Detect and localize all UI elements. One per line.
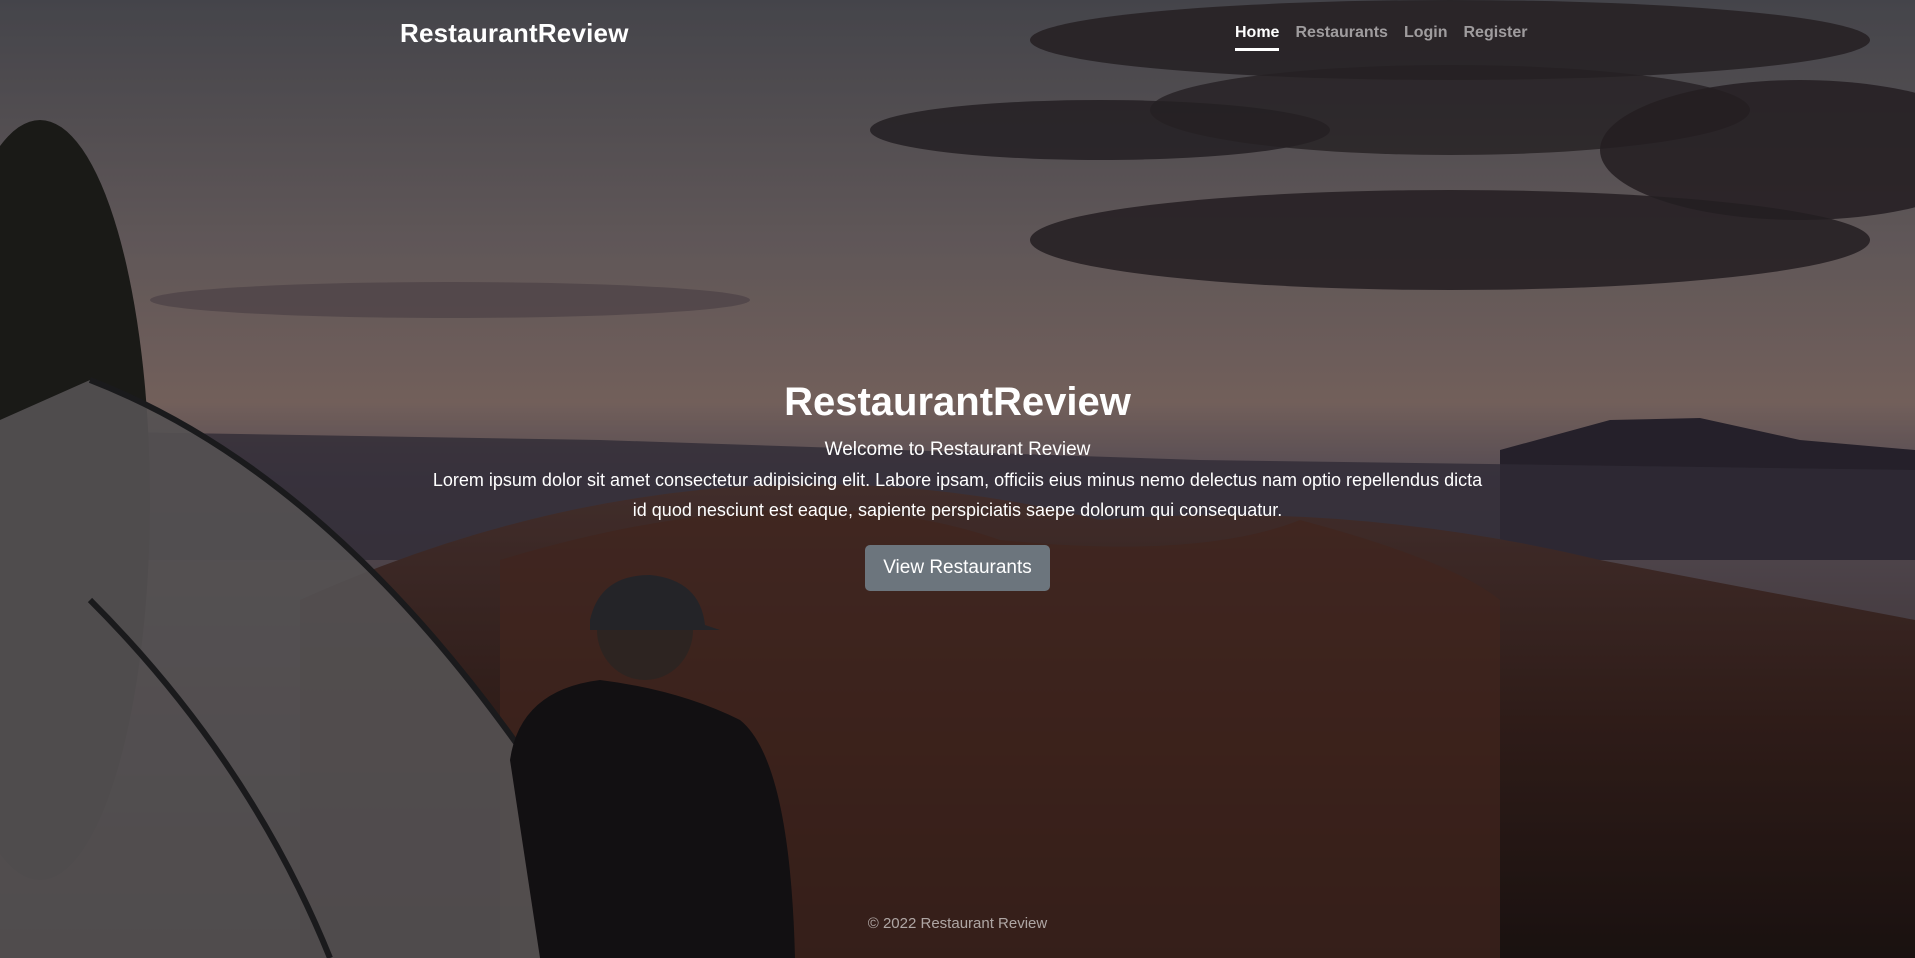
nav-link-restaurants[interactable]: Restaurants bbox=[1295, 24, 1387, 51]
hero-title: RestaurantReview bbox=[784, 380, 1131, 424]
nav-links: Home Restaurants Login Register bbox=[1235, 24, 1528, 51]
hero-description: Lorem ipsum dolor sit amet consectetur a… bbox=[432, 470, 1483, 520]
hero-subtitle: Welcome to Restaurant Review bbox=[824, 439, 1091, 460]
hero: RestaurantReview Welcome to Restaurant R… bbox=[0, 380, 1915, 591]
page: RestaurantReview Home Restaurants Login … bbox=[0, 0, 1915, 958]
footer-copyright: © 2022 Restaurant Review bbox=[867, 915, 1048, 932]
nav-link-login[interactable]: Login bbox=[1404, 24, 1448, 51]
view-restaurants-button[interactable]: View Restaurants bbox=[865, 545, 1050, 591]
navbar: RestaurantReview Home Restaurants Login … bbox=[0, 0, 1915, 70]
nav-link-register[interactable]: Register bbox=[1463, 24, 1527, 51]
brand-logo[interactable]: RestaurantReview bbox=[400, 18, 629, 49]
nav-link-home[interactable]: Home bbox=[1235, 24, 1280, 51]
